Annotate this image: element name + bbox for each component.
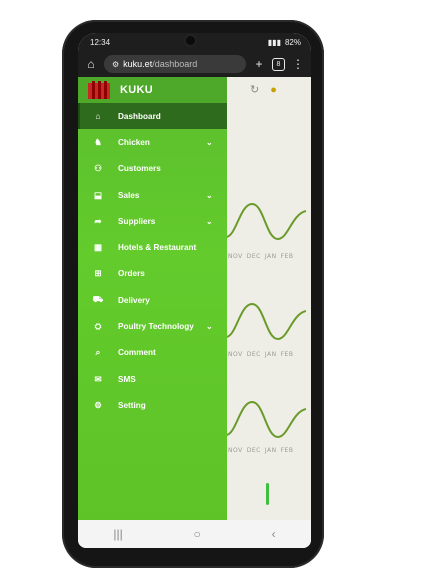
- home-icon[interactable]: ⌂: [84, 57, 98, 71]
- home-button-icon[interactable]: ○: [194, 527, 201, 541]
- axis-label: JAN: [264, 253, 277, 260]
- drawer-header: KUKU: [78, 77, 227, 103]
- address-bar[interactable]: ⚙ kuku.et/dashboard: [104, 55, 246, 73]
- nav-label: Orders: [118, 269, 145, 279]
- line-chart-1: [226, 202, 306, 241]
- axis-label: NOV: [228, 447, 243, 454]
- chevron-down-icon: ⌄: [206, 322, 213, 332]
- nav-item-suppliers[interactable]: ➦ Suppliers ⌄: [78, 208, 227, 234]
- axis-label: FEB: [280, 253, 294, 260]
- recent-apps-icon[interactable]: |||: [113, 527, 122, 541]
- line-chart-3: [226, 400, 306, 439]
- gear-icon: ⚙: [94, 399, 102, 410]
- nav-item-hotels-restaurant[interactable]: ▦ Hotels & Restaurant: [78, 234, 227, 260]
- share-icon: ➦: [94, 215, 102, 226]
- more-menu-icon[interactable]: ⋮: [291, 57, 305, 71]
- chevron-down-icon: ⌄: [206, 137, 213, 147]
- refresh-icon[interactable]: ↻: [250, 84, 259, 96]
- axis-label: FEB: [280, 351, 294, 358]
- header-icons: ↻ ●: [250, 83, 277, 96]
- kuku-logo-icon: [88, 81, 110, 99]
- nav-label: Sales: [118, 190, 140, 200]
- back-icon[interactable]: ‹: [272, 527, 276, 541]
- comment-icon: ⌕: [95, 347, 101, 358]
- browser-toolbar: ⌂ ⚙ kuku.et/dashboard + 8 ⋮: [78, 51, 311, 77]
- nav-label: Hotels & Restaurant: [118, 243, 197, 253]
- line-chart-2: [226, 302, 306, 341]
- nav-item-sms[interactable]: ✉ SMS: [78, 366, 227, 392]
- scroll-indicator: [266, 483, 269, 505]
- android-navigation-bar: ||| ○ ‹: [78, 520, 311, 548]
- url-path: /dashboard: [152, 59, 198, 69]
- axis-label: NOV: [228, 253, 243, 260]
- chart-1-axis: NOV DEC JAN FEB: [228, 253, 293, 260]
- nav-item-delivery[interactable]: ⛟ Delivery: [78, 287, 227, 313]
- new-tab-icon[interactable]: +: [252, 57, 266, 71]
- nav-label: Chicken: [118, 137, 150, 147]
- bird-icon: ♞: [94, 136, 102, 147]
- nav-label: Delivery: [118, 295, 150, 305]
- home-icon: ⌂: [95, 111, 101, 122]
- axis-label: FEB: [280, 447, 294, 454]
- nav-item-sales[interactable]: ⬓ Sales ⌄: [78, 182, 227, 208]
- chart-3-axis: NOV DEC JAN FEB: [228, 447, 293, 454]
- brand-name: KUKU: [120, 84, 153, 96]
- nav-item-customers[interactable]: ⚇ Customers: [78, 156, 227, 182]
- chart-2-axis: NOV DEC JAN FEB: [228, 351, 293, 358]
- battery-level: 82%: [284, 37, 301, 47]
- tech-icon: ⛭: [94, 321, 102, 332]
- nav-label: Poultry Technology: [118, 322, 194, 332]
- nav-item-orders[interactable]: ⊞ Orders: [78, 261, 227, 287]
- truck-icon: ⛟: [92, 294, 104, 305]
- sales-icon: ⬓: [93, 189, 103, 200]
- axis-label: DEC: [246, 447, 261, 454]
- status-time: 12:34: [90, 37, 111, 47]
- nav-item-setting[interactable]: ⚙ Setting: [78, 392, 227, 418]
- nav-label: Dashboard: [118, 111, 161, 121]
- drawer-menu: ⌂ Dashboard ♞ Chicken ⌄ ⚇ Customers ⬓ Sa…: [78, 103, 227, 419]
- nav-item-comment[interactable]: ⌕ Comment: [78, 340, 227, 366]
- users-icon: ⚇: [94, 163, 102, 174]
- cart-icon: ⊞: [94, 268, 102, 279]
- navigation-drawer: KUKU ⌂ Dashboard ♞ Chicken ⌄ ⚇ Customers…: [78, 77, 227, 520]
- phone-screen: 12:34 ▮▮▮ 82% ⌂ ⚙ kuku.et/dashboard + 8 …: [78, 33, 311, 548]
- axis-label: JAN: [264, 351, 277, 358]
- axis-label: DEC: [246, 253, 261, 260]
- front-camera: [186, 36, 195, 45]
- tab-switcher-button[interactable]: 8: [272, 57, 285, 71]
- axis-label: JAN: [264, 447, 277, 454]
- nav-item-chicken[interactable]: ♞ Chicken ⌄: [78, 129, 227, 155]
- nav-label: Comment: [118, 348, 156, 358]
- url-domain: kuku.et: [123, 59, 153, 69]
- chevron-down-icon: ⌄: [206, 216, 213, 226]
- status-indicators: ▮▮▮ 82%: [268, 38, 301, 47]
- sms-icon: ✉: [94, 373, 102, 384]
- building-icon: ▦: [93, 242, 103, 253]
- chevron-down-icon: ⌄: [206, 190, 213, 200]
- nav-item-dashboard[interactable]: ⌂ Dashboard: [78, 103, 227, 130]
- signal-icon: ▮▮▮: [267, 37, 281, 47]
- site-info-icon[interactable]: ⚙: [112, 60, 119, 69]
- axis-label: DEC: [246, 351, 261, 358]
- notification-icon[interactable]: ●: [270, 84, 277, 96]
- nav-label: Customers: [118, 164, 161, 174]
- nav-label: Suppliers: [118, 216, 156, 226]
- axis-label: NOV: [228, 351, 243, 358]
- nav-label: Setting: [118, 400, 146, 410]
- nav-item-poultry-technology[interactable]: ⛭ Poultry Technology ⌄: [78, 313, 227, 339]
- nav-label: SMS: [118, 374, 136, 384]
